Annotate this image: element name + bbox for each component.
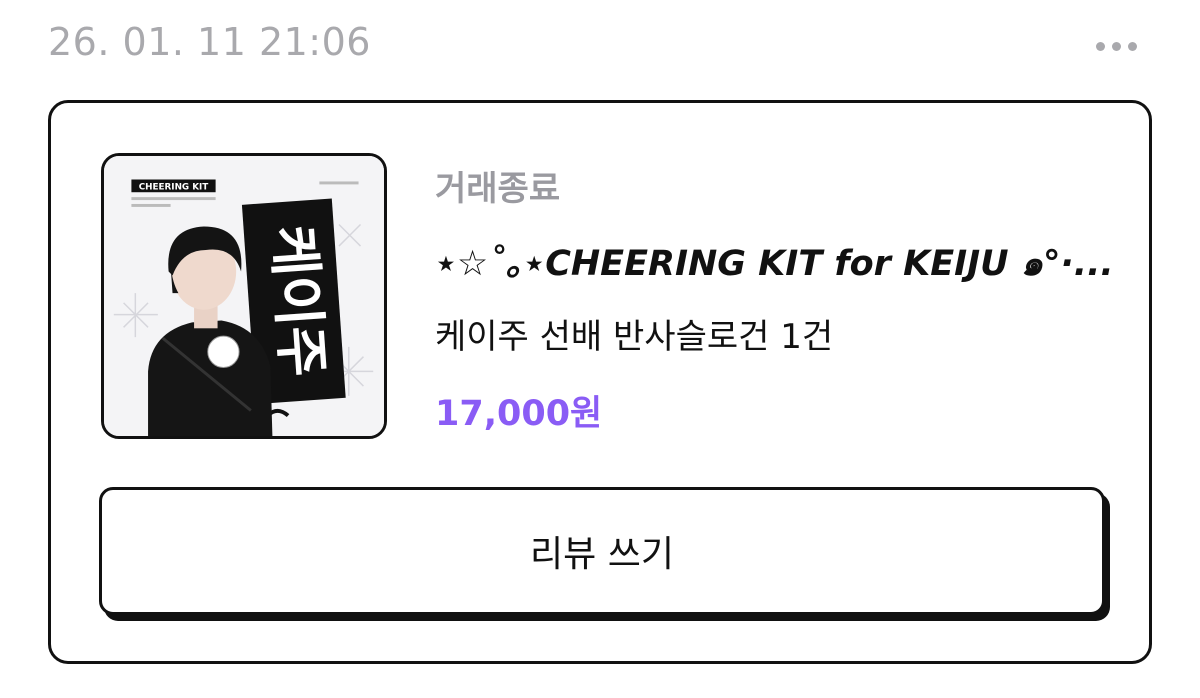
order-card: CHEERING KIT 케이주 거래종료 ⋆☆˚｡⋆CHEERING KIT … bbox=[48, 100, 1152, 664]
more-options-icon[interactable] bbox=[1096, 42, 1137, 51]
product-option: 케이주 선배 반사슬로건 1건 bbox=[435, 317, 834, 357]
order-history-item: 26. 01. 11 21:06 CHEERING KIT 케이주 거래종료 ⋆… bbox=[0, 0, 1200, 698]
dot bbox=[1112, 42, 1121, 51]
product-title[interactable]: ⋆☆˚｡⋆CHEERING KIT for KEIJU ๑°·... bbox=[435, 235, 1125, 291]
write-review-button[interactable]: 리뷰 쓰기 bbox=[99, 487, 1105, 615]
banner-text: 케이주 bbox=[260, 223, 334, 378]
order-status: 거래종료 bbox=[435, 169, 561, 209]
dot bbox=[1096, 42, 1105, 51]
dot bbox=[1128, 42, 1137, 51]
product-thumbnail[interactable]: CHEERING KIT 케이주 bbox=[101, 153, 387, 439]
order-datetime: 26. 01. 11 21:06 bbox=[48, 20, 371, 64]
product-price: 17,000원 bbox=[435, 394, 603, 434]
product-image: CHEERING KIT 케이주 bbox=[104, 156, 384, 436]
thumbnail-badge: CHEERING KIT bbox=[139, 182, 209, 192]
